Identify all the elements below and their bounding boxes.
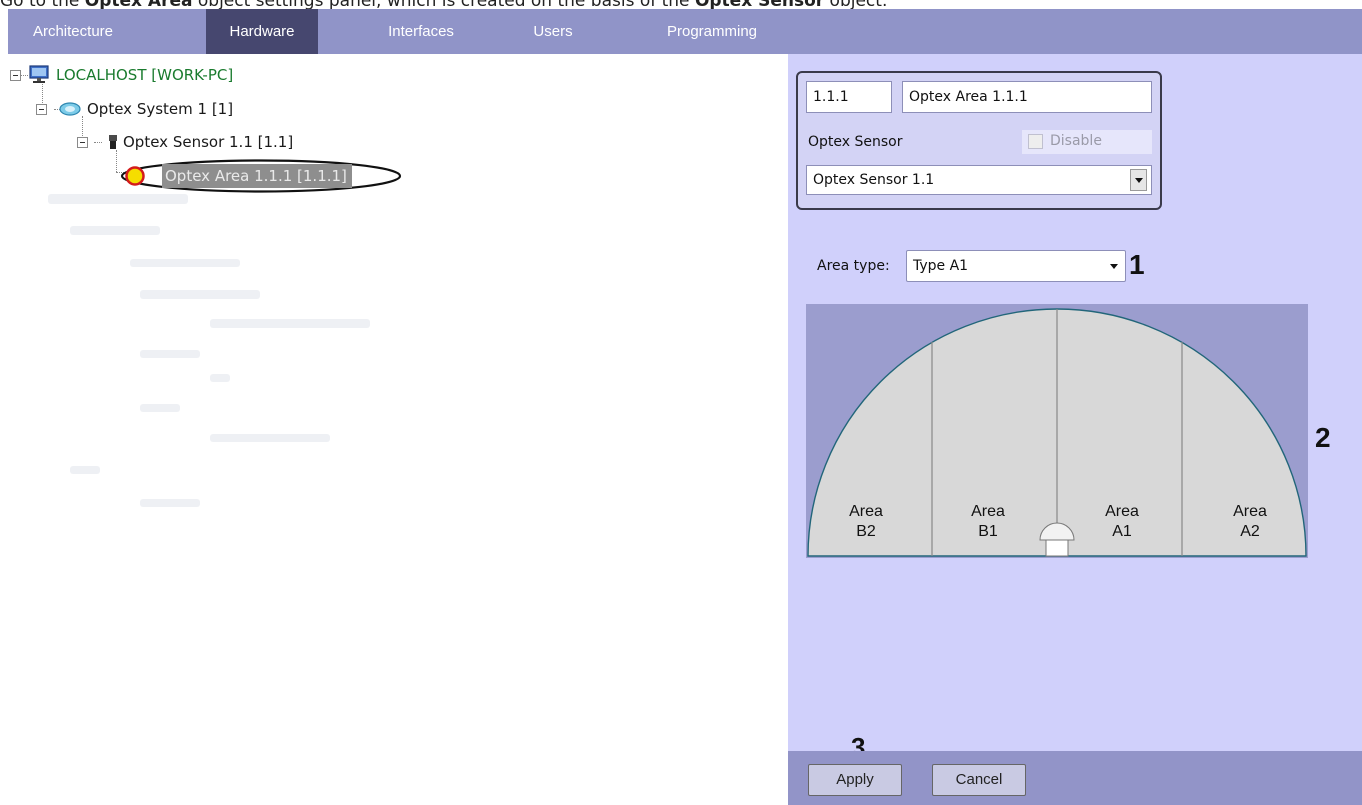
ghost-row	[140, 404, 180, 412]
tree-label-optex-system: Optex System 1 [1]	[87, 100, 234, 118]
disable-checkbox-area[interactable]: Disable	[1022, 130, 1152, 154]
caption-suffix: object.	[824, 0, 888, 9]
tree-connector	[21, 75, 28, 76]
ghost-row	[210, 319, 370, 328]
optex-sensor-icon	[109, 135, 117, 149]
optex-system-icon	[59, 102, 81, 116]
chevron-down-icon[interactable]	[1130, 169, 1147, 191]
tree-label-optex-area: Optex Area 1.1.1 [1.1.1]	[162, 164, 352, 188]
optex-area-icon	[125, 166, 145, 186]
parent-object-label: Optex Sensor	[808, 134, 903, 150]
area-label-a1: Area A1	[1092, 502, 1152, 542]
sensor-icon	[1045, 539, 1069, 557]
tree-node-optex-area[interactable]: Optex Area 1.1.1 [1.1.1]	[120, 159, 402, 193]
collapse-icon[interactable]	[77, 137, 88, 148]
ghost-row	[48, 194, 188, 204]
callout-1: 1	[1129, 249, 1145, 280]
computer-icon	[29, 65, 49, 83]
area-label-b2: Area B2	[836, 502, 896, 542]
tab-interfaces[interactable]: Interfaces	[368, 9, 474, 54]
caption-middle: object settings panel, which is created …	[192, 0, 694, 9]
collapse-icon[interactable]	[10, 70, 21, 81]
tab-hardware[interactable]: Hardware	[206, 9, 318, 54]
area-type-select[interactable]: Type A1	[906, 250, 1126, 282]
chevron-down-icon	[1110, 264, 1118, 269]
tab-users[interactable]: Users	[523, 9, 583, 54]
area-label-b1: Area B1	[958, 502, 1018, 542]
area-b2-line2: B2	[856, 523, 876, 540]
hardware-tree: LOCALHOST [WORK-PC] Optex System 1 [1] O…	[0, 54, 788, 805]
settings-panel: 1.1.1 Optex Area 1.1.1 Optex Sensor Disa…	[788, 54, 1362, 805]
ghost-row	[140, 350, 200, 358]
disable-checkbox[interactable]	[1028, 134, 1043, 149]
object-properties-group: 1.1.1 Optex Area 1.1.1 Optex Sensor Disa…	[796, 71, 1162, 210]
area-a1-line2: A1	[1112, 523, 1132, 540]
ghost-row	[70, 466, 100, 474]
area-label-a2: Area A2	[1220, 502, 1280, 542]
area-type-label: Area type:	[817, 258, 890, 274]
tree-label-optex-sensor: Optex Sensor 1.1 [1.1]	[123, 133, 294, 151]
callout-2: 2	[1315, 422, 1331, 453]
instruction-caption: Go to the Optex Area object settings pan…	[0, 0, 1362, 9]
ghost-row	[210, 434, 330, 442]
tab-programming[interactable]: Programming	[654, 9, 770, 54]
caption-prefix: Go to the	[0, 0, 85, 9]
ghost-row	[70, 226, 160, 235]
area-a2-line1: Area	[1233, 503, 1267, 520]
object-id-field[interactable]: 1.1.1	[806, 81, 892, 113]
area-type-select-value: Type A1	[913, 258, 969, 274]
tree-connector	[82, 116, 83, 138]
collapse-icon[interactable]	[36, 104, 47, 115]
tab-architecture[interactable]: Architecture	[8, 9, 138, 54]
parent-object-select[interactable]: Optex Sensor 1.1	[806, 165, 1152, 195]
ghost-row	[140, 290, 260, 299]
area-b2-line1: Area	[849, 503, 883, 520]
parent-object-select-value: Optex Sensor 1.1	[813, 172, 935, 188]
tree-label-localhost: LOCALHOST [WORK-PC]	[56, 66, 234, 84]
object-name-field[interactable]: Optex Area 1.1.1	[902, 81, 1152, 113]
area-b1-line1: Area	[971, 503, 1005, 520]
tree-connector	[94, 142, 102, 143]
panel-footer: Apply Cancel	[788, 751, 1362, 805]
main-tab-bar: Architecture Hardware Interfaces Users P…	[8, 9, 1362, 54]
area-a2-line2: A2	[1240, 523, 1260, 540]
ghost-row	[140, 499, 200, 507]
area-b1-line2: B1	[978, 523, 998, 540]
disable-label: Disable	[1050, 133, 1102, 149]
area-a1-line1: Area	[1105, 503, 1139, 520]
cancel-button[interactable]: Cancel	[932, 764, 1026, 796]
ghost-row	[210, 374, 230, 382]
caption-bold-optex-area: Optex Area	[85, 0, 193, 9]
ghost-row	[130, 259, 240, 267]
apply-button[interactable]: Apply	[808, 764, 902, 796]
caption-bold-optex-sensor: Optex Sensor	[695, 0, 824, 9]
tree-connector	[116, 150, 117, 172]
